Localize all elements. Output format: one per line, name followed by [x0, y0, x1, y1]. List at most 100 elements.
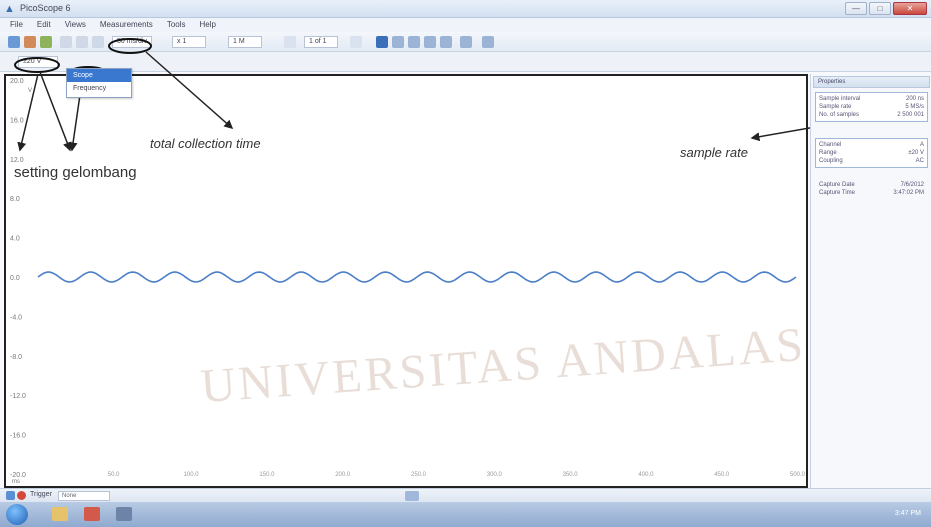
y-tick-label: -8.0	[10, 354, 22, 361]
start-button[interactable]	[6, 504, 28, 525]
y-tick-label: -4.0	[10, 314, 22, 321]
y-tick-label: -12.0	[10, 393, 26, 400]
y-tick-label: 20.0	[10, 78, 24, 85]
cursor-icon[interactable]	[60, 36, 72, 48]
media-icon[interactable]	[84, 507, 100, 521]
y-unit-label: V	[28, 88, 32, 94]
stop-icon[interactable]	[17, 491, 26, 500]
y-tick-label: 16.0	[10, 117, 24, 124]
taskbar: 3:47 PM	[0, 502, 931, 527]
window-title: PicoScope 6	[20, 3, 71, 13]
run-icon[interactable]	[6, 491, 15, 500]
prop-label: Capture Date	[819, 182, 855, 188]
y-tick-label: 4.0	[10, 236, 20, 243]
prop-value: A	[919, 142, 924, 148]
menu-edit[interactable]: Edit	[37, 18, 51, 32]
zoom-area-icon[interactable]	[440, 36, 452, 48]
x-tick-label: 300.0	[487, 472, 503, 478]
annotation-sample-rate: sample rate	[680, 145, 748, 160]
trigger-bar: Trigger None	[0, 488, 931, 502]
prop-row: Capture Time 3:47:02 PM	[819, 189, 924, 197]
y-tick-label: 8.0	[10, 196, 20, 203]
annotation-total-collection-time: total collection time	[150, 136, 261, 151]
picoscope-app-icon: ▲	[4, 3, 15, 15]
x-tick-label: 500.0	[790, 472, 806, 478]
sampling-properties: Sample interval 200 ns Sample rate 5 MS/s …	[815, 92, 928, 122]
menu-help[interactable]: Help	[200, 18, 216, 32]
y-tick-label: 12.0	[10, 157, 24, 164]
channel-toolbar: ±20 V	[0, 52, 931, 72]
scope-mode-icon[interactable]	[8, 36, 20, 48]
timebase-scrollbar[interactable]	[405, 491, 419, 501]
y-tick-label: -20.0	[10, 472, 26, 479]
prop-value: 7/6/2012	[900, 182, 924, 188]
minimize-button[interactable]: —	[845, 2, 867, 15]
prop-value: 2 500 001	[897, 112, 924, 118]
trigger-label: Trigger	[30, 491, 52, 498]
y-tick-label: -16.0	[10, 433, 26, 440]
spectrum-mode-icon[interactable]	[24, 36, 36, 48]
scope-plot[interactable]: 20.0 16.0 12.0 8.0 4.0 0.0 -4.0 -8.0 -12.0 -16.0 -…	[6, 76, 806, 486]
ruler-icon[interactable]	[350, 36, 362, 48]
prop-row: No. of samples 2 500 001	[819, 111, 924, 119]
properties-panel: Properties Sample interval 200 ns Sample …	[810, 74, 931, 488]
settings-icon[interactable]	[92, 36, 104, 48]
x-tick-label: 250.0	[411, 472, 427, 478]
prop-value: 200 ns	[905, 96, 924, 102]
x-tick-label: 150.0	[259, 472, 275, 478]
window-controls: — □ ✕	[845, 2, 927, 15]
zoom-in-icon[interactable]	[408, 36, 420, 48]
prop-value: AC	[915, 158, 924, 164]
prop-row: Range ±20 V	[819, 149, 924, 157]
prop-label: Sample rate	[819, 104, 852, 110]
zoom-select[interactable]: x 1	[172, 36, 206, 48]
annotation-setting-gelombang: setting gelombang	[14, 164, 137, 181]
close-button[interactable]: ✕	[893, 2, 927, 15]
prop-value: 3:47:02 PM	[893, 190, 924, 196]
samples-select[interactable]: 1 M	[228, 36, 262, 48]
prop-row: Sample interval 200 ns	[819, 95, 924, 103]
play-icon[interactable]	[284, 36, 296, 48]
prop-label: Sample interval	[819, 96, 861, 102]
x-tick-label: 350.0	[563, 472, 579, 478]
prop-value: ±20 V	[908, 150, 924, 156]
channel-icon[interactable]	[76, 36, 88, 48]
menu-bar: File Edit Views Measurements Tools Help	[0, 18, 931, 32]
menu-tools[interactable]: Tools	[167, 18, 186, 32]
maximize-button[interactable]: □	[869, 2, 891, 15]
collection-time-select[interactable]: 50 ms/div	[112, 36, 152, 48]
channel-range-select[interactable]: ±20 V	[18, 56, 58, 68]
menu-views[interactable]: Views	[65, 18, 86, 32]
undo-zoom-icon[interactable]	[482, 36, 494, 48]
prop-label: Coupling	[819, 158, 843, 164]
dropdown-option-scope[interactable]: Scope	[67, 69, 131, 82]
menu-measurements[interactable]: Measurements	[100, 18, 153, 32]
dropdown-option-frequency[interactable]: Frequency	[67, 82, 131, 95]
hand-tool-icon[interactable]	[392, 36, 404, 48]
title-bar: ▲ PicoScope 6 — □ ✕	[0, 0, 931, 18]
explorer-icon[interactable]	[52, 507, 68, 521]
x-tick-label: 100.0	[184, 472, 200, 478]
channel-properties: Channel A Range ±20 V Coupling AC	[815, 138, 928, 168]
channel-a-waveform	[37, 271, 797, 283]
zoom-out-icon[interactable]	[424, 36, 436, 48]
prop-label: Capture Time	[819, 190, 856, 196]
properties-header: Properties	[813, 76, 930, 88]
persistence-mode-icon[interactable]	[40, 36, 52, 48]
prop-label: Range	[819, 150, 837, 156]
x-tick-label: 400.0	[638, 472, 654, 478]
buffer-navigator[interactable]: 1 of 1	[304, 36, 338, 48]
menu-file[interactable]: File	[10, 18, 23, 32]
zoom-fit-icon[interactable]	[460, 36, 472, 48]
x-unit-label: ms	[12, 479, 20, 485]
pointer-tool-icon[interactable]	[376, 36, 388, 48]
scope-view[interactable]: 20.0 16.0 12.0 8.0 4.0 0.0 -4.0 -8.0 -12.0 -16.0 -…	[4, 74, 808, 488]
prop-row: Channel A	[819, 141, 924, 149]
prop-row: Coupling AC	[819, 157, 924, 165]
prop-label: No. of samples	[819, 112, 860, 118]
mode-dropdown: Scope Frequency	[66, 68, 132, 98]
picoscope-task-icon[interactable]	[116, 507, 132, 521]
x-tick-label: 450.0	[714, 472, 730, 478]
main-toolbar: 50 ms/div x 1 1 M 1 of 1	[0, 32, 931, 52]
trigger-mode-select[interactable]: None	[58, 491, 110, 501]
